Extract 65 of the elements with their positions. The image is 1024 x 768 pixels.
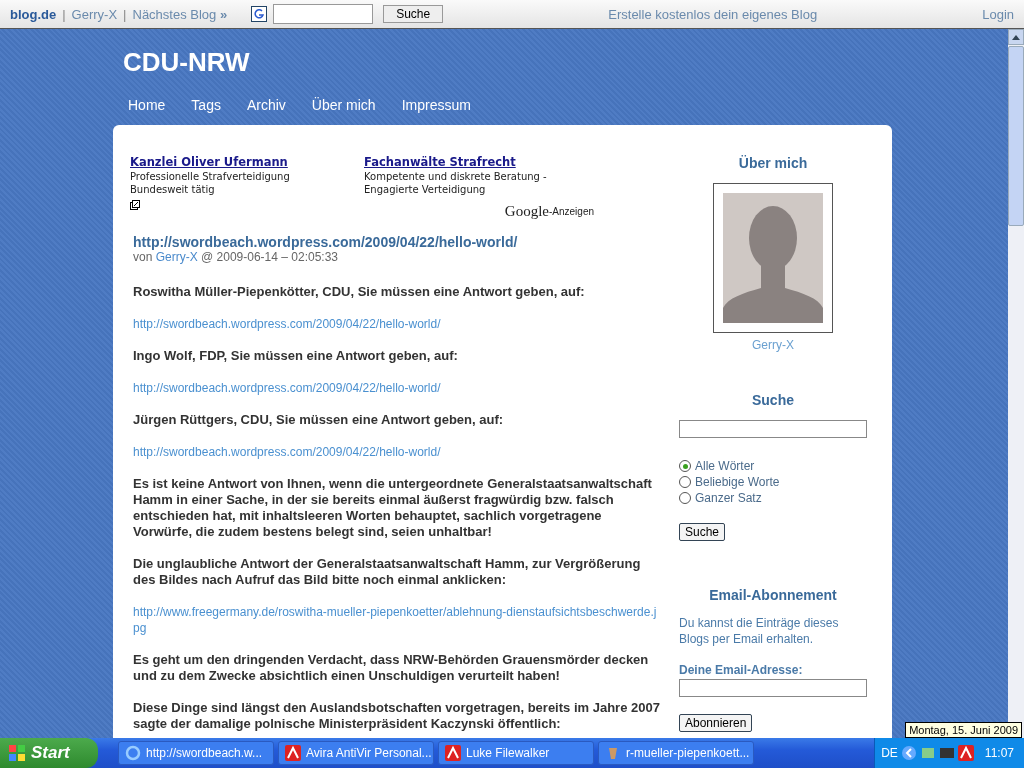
taskbar-button[interactable]: r-mueller-piepenkoett... [598, 741, 754, 765]
search-button[interactable]: Suche [383, 5, 444, 23]
separator: | [123, 6, 127, 22]
nav-link[interactable]: Tags [191, 97, 221, 125]
post-title[interactable]: http://swordbeach.wordpress.com/2009/04/22/hello-world/ [133, 234, 660, 250]
nav-link[interactable]: Archiv [246, 97, 286, 125]
search-heading: Suche [751, 392, 795, 408]
post-paragraph: Roswitha Müller-Piepenkötter, CDU, Sie müssen eine Antwort geben, auf: [133, 284, 586, 300]
ad-text: Professionelle Strafverteidigung [130, 170, 291, 183]
ad-text: Engagierte Verteidigung [364, 183, 487, 196]
date-tooltip: Montag, 15. Juni 2009 [905, 722, 1022, 738]
browser-icon [125, 745, 141, 761]
author-link[interactable]: Gerry-X [155, 250, 198, 264]
nav-link[interactable]: Home [128, 97, 166, 125]
blog-link[interactable]: blog.de [10, 6, 57, 22]
ad-text: Bundesweit tätig [130, 183, 216, 196]
clock[interactable]: 11:07 [984, 746, 1014, 760]
separator: | [62, 6, 66, 22]
radio-label: Ganzer Satz [695, 491, 762, 505]
user-link[interactable]: Gerry-X [71, 6, 118, 22]
google-wordmark: Google [504, 203, 549, 220]
ads-label: -Anzeigen [548, 206, 594, 217]
next-blog-link[interactable]: Nächstes Blog » [132, 6, 228, 22]
language-indicator[interactable]: DE [881, 746, 898, 760]
post-link[interactable]: http://swordbeach.wordpress.com/2009/04/22/hello-world/ [133, 444, 660, 460]
nav-link[interactable]: Impressum [401, 97, 471, 125]
about-heading: Über mich [737, 155, 809, 171]
ad-link[interactable]: Kanzlei Oliver Ufermann [130, 155, 364, 170]
windows-logo-icon [8, 744, 26, 762]
post-paragraph: Es ist keine Antwort von Ihnen, wenn die untergeordnete Generalstaatsanwaltschaft Hamm in einer Sache, in der sie bereits einmal äußerst fragwürdig bzw. falsch entschieden hat, mit inhaltsleeren Worten behauptet, sachlich vorgetragene Vorwürfe, die zudem bestens belegt sind, seien unhaltbar! [133, 476, 653, 540]
taskbar-button[interactable]: http://swordbeach.w... [118, 741, 274, 765]
post-link[interactable]: http://www.freegermany.de/roswitha-mueller-piepenkoetter/ablehnung-dienstaufsichtsbeschwerde.jpg [133, 604, 660, 636]
post-paragraph: Jürgen Rüttgers, CDU, Sie müssen eine Antwort geben, auf: [133, 412, 505, 428]
post-paragraph: Es geht um den dringenden Verdacht, dass NRW-Behörden Grauensmörder decken und zu dem Zwecke absichtlich einen Unschuldigen verurteilt haben! [133, 652, 650, 684]
post-link[interactable]: http://swordbeach.wordpress.com/2009/04/22/hello-world/ [133, 316, 660, 332]
profile-name[interactable]: Gerry-X [679, 338, 867, 352]
login-link[interactable]: Login [982, 6, 1014, 22]
ad-link[interactable]: Fachanwälte Strafrecht [364, 155, 604, 170]
post-paragraph: Ingo Wolf, FDP, Sie müssen eine Antwort geben, auf: [133, 348, 459, 364]
email-field[interactable] [679, 679, 867, 697]
site-title: CDU-NRW [122, 46, 251, 79]
start-button[interactable]: Start [0, 738, 98, 768]
radio-label: Beliebige Worte [695, 475, 780, 489]
g-logo-icon [251, 6, 268, 22]
chevron-icon[interactable] [900, 745, 917, 761]
radio-label: Alle Wörter [695, 459, 755, 473]
email-heading: Email-Abonnement [708, 587, 838, 603]
search-field[interactable] [273, 4, 374, 24]
taskbar-button[interactable]: Luke Filewalker [438, 741, 594, 765]
sidebar-search-field[interactable] [679, 420, 867, 438]
post-byline: von Gerry-X @ 2009-06-14 – 02:05:33 [133, 250, 339, 264]
create-blog-link[interactable]: Erstelle kostenlos dein eigenes Blog [608, 6, 818, 22]
post-paragraph: Die unglaubliche Antwort der Generalstaatsanwaltschaft Hamm, zur Vergrößerung des Bildes nach Aufruf das Bild bitte noch einmal anklicken: [133, 556, 642, 588]
nav-link[interactable]: Über mich [311, 97, 376, 125]
subscribe-button[interactable]: Abonnieren [679, 714, 753, 732]
sidebar-search-button[interactable]: Suche [679, 523, 726, 541]
taskbar-button[interactable]: Avira AntiVir Personal... [278, 741, 434, 765]
silhouette-icon [723, 193, 823, 323]
email-description: Du kannst die Einträge dieses Blogs per Email erhalten. [679, 615, 840, 647]
post-paragraph: Diese Dinge sind längst den Auslandsbotschaften vorgetragen, bereits im Jahre 2007 sagte der damalige polnische Ministerpräsident Kaczynski öffentlich: [133, 700, 660, 732]
up-arrow-icon[interactable] [1012, 34, 1020, 40]
ad-text: Kompetente und diskrete Beratung - [364, 170, 548, 183]
post-link[interactable]: http://swordbeach.wordpress.com/2009/04/22/hello-world/ [133, 380, 660, 396]
external-link-icon[interactable] [130, 200, 140, 210]
email-label: Deine Email-Adresse: [679, 663, 804, 677]
